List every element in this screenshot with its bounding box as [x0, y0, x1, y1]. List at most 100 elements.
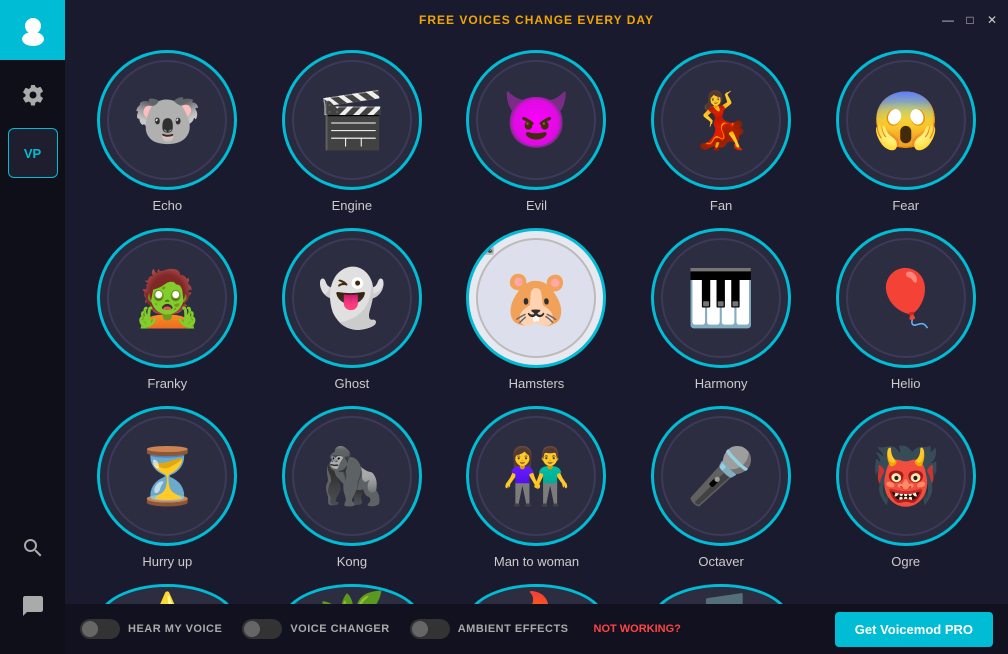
voice-circle-franky[interactable]: 🧟: [97, 228, 237, 368]
close-button[interactable]: ✕: [984, 12, 1000, 28]
voice-item-harmony[interactable]: 🎹 Harmony: [634, 228, 809, 391]
partial2-icon: 🌿: [318, 594, 386, 604]
voice-circle-partial4[interactable]: 🎵: [651, 584, 791, 604]
kong-icon: 🦍: [318, 449, 386, 504]
hurry-up-icon: ⏳: [133, 449, 201, 504]
voice-changer-toggle[interactable]: [242, 619, 282, 639]
voice-circle-inner-octaver: 🎤: [661, 416, 781, 536]
voice-circle-inner-kong: 🦍: [292, 416, 412, 536]
voice-circle-ogre[interactable]: 👹: [836, 406, 976, 546]
not-working-button[interactable]: NOT WORKING?: [594, 623, 681, 635]
voice-item-evil[interactable]: 😈 Evil: [449, 50, 624, 213]
voice-circle-evil[interactable]: 😈: [466, 50, 606, 190]
helio-icon: 🎈: [871, 271, 939, 326]
ogre-label: Ogre: [891, 554, 920, 569]
heart-icon[interactable]: ♥: [586, 239, 596, 257]
voice-circle-kong[interactable]: 🦍: [282, 406, 422, 546]
engine-icon: 🎬: [318, 93, 386, 148]
voice-circle-inner-partial2: 🌿: [292, 584, 412, 604]
voice-circle-hamsters[interactable]: 🐹 🎛️ ♥: [466, 228, 606, 368]
ghost-label: Ghost: [335, 376, 370, 391]
voice-circle-inner-partial1: ⭐: [107, 584, 227, 604]
voice-circle-inner-harmony: 🎹: [661, 238, 781, 358]
voice-grid: 🐨 Echo 🎬 Engine 😈 E: [80, 50, 993, 604]
minimize-button[interactable]: —: [940, 12, 956, 28]
voice-circle-fan[interactable]: 💃: [651, 50, 791, 190]
voice-circle-echo[interactable]: 🐨: [97, 50, 237, 190]
voice-item-partial4[interactable]: 🎵: [634, 584, 809, 604]
main-content: FREE VOICES CHANGE EVERY DAY — □ ✕ 🐨 Ech…: [65, 0, 1008, 654]
voice-grid-container[interactable]: 🐨 Echo 🎬 Engine 😈 E: [65, 40, 1008, 604]
voice-circle-hurry-up[interactable]: ⏳: [97, 406, 237, 546]
engine-label: Engine: [332, 198, 372, 213]
sidebar: VP: [0, 0, 65, 654]
voice-item-engine[interactable]: 🎬 Engine: [265, 50, 440, 213]
octaver-icon: 🎤: [687, 449, 755, 504]
ambient-effects-group: AMBIENT EFFECTS: [410, 619, 569, 639]
voice-item-ogre[interactable]: 👹 Ogre: [818, 406, 993, 569]
evil-icon: 😈: [502, 93, 570, 148]
man-to-woman-icon: 👫: [502, 449, 570, 504]
voice-item-echo[interactable]: 🐨 Echo: [80, 50, 255, 213]
voice-circle-partial3[interactable]: 🔥: [466, 584, 606, 604]
voice-item-franky[interactable]: 🧟 Franky: [80, 228, 255, 391]
harmony-label: Harmony: [695, 376, 748, 391]
voice-circle-inner-franky: 🧟: [107, 238, 227, 358]
voice-circle-inner-partial4: 🎵: [661, 584, 781, 604]
partial3-icon: 🔥: [502, 594, 570, 604]
hear-my-voice-toggle[interactable]: [80, 619, 120, 639]
voice-circle-partial1[interactable]: ⭐: [97, 584, 237, 604]
kong-label: Kong: [337, 554, 367, 569]
voice-circle-inner-partial3: 🔥: [476, 584, 596, 604]
evil-label: Evil: [526, 198, 547, 213]
voice-item-helio[interactable]: 🎈 Helio: [818, 228, 993, 391]
sidebar-item-chat[interactable]: [8, 581, 58, 631]
voice-item-partial3[interactable]: 🔥: [449, 584, 624, 604]
maximize-button[interactable]: □: [962, 12, 978, 28]
ambient-effects-toggle[interactable]: [410, 619, 450, 639]
sidebar-logo[interactable]: [0, 0, 65, 60]
voice-circle-engine[interactable]: 🎬: [282, 50, 422, 190]
sidebar-bottom: [8, 523, 58, 639]
voice-item-ghost[interactable]: 👻 Ghost: [265, 228, 440, 391]
get-pro-button[interactable]: Get Voicemod PRO: [835, 612, 993, 647]
fear-label: Fear: [892, 198, 919, 213]
voice-circle-inner-helio: 🎈: [846, 238, 966, 358]
voice-item-fear[interactable]: 😱 Fear: [818, 50, 993, 213]
voice-item-kong[interactable]: 🦍 Kong: [265, 406, 440, 569]
voice-circle-fear[interactable]: 😱: [836, 50, 976, 190]
voice-circle-inner-evil: 😈: [476, 60, 596, 180]
hear-my-voice-label: HEAR MY VOICE: [128, 623, 222, 635]
hamsters-label: Hamsters: [509, 376, 565, 391]
man-to-woman-label: Man to woman: [494, 554, 579, 569]
voice-item-octaver[interactable]: 🎤 Octaver: [634, 406, 809, 569]
voice-circle-harmony[interactable]: 🎹: [651, 228, 791, 368]
voice-item-hamsters[interactable]: 🐹 🎛️ ♥ Hamsters: [449, 228, 624, 391]
fan-label: Fan: [710, 198, 732, 213]
voice-changer-label: VOICE CHANGER: [290, 623, 389, 635]
voice-circle-man-to-woman[interactable]: 👫: [466, 406, 606, 546]
voice-item-partial1[interactable]: ⭐: [80, 584, 255, 604]
voice-circle-inner-engine: 🎬: [292, 60, 412, 180]
voice-item-fan[interactable]: 💃 Fan: [634, 50, 809, 213]
fan-icon: 💃: [687, 93, 755, 148]
voice-changer-group: VOICE CHANGER: [242, 619, 389, 639]
voice-circle-inner-echo: 🐨: [107, 60, 227, 180]
sidebar-item-settings[interactable]: [8, 70, 58, 120]
voice-item-man-to-woman[interactable]: 👫 Man to woman: [449, 406, 624, 569]
voice-item-hurry-up[interactable]: ⏳ Hurry up: [80, 406, 255, 569]
franky-label: Franky: [147, 376, 187, 391]
harmony-icon: 🎹: [687, 271, 755, 326]
voice-circle-ghost[interactable]: 👻: [282, 228, 422, 368]
partial4-icon: 🎵: [687, 594, 755, 604]
tune-icon[interactable]: 🎛️: [477, 239, 494, 256]
voice-circle-octaver[interactable]: 🎤: [651, 406, 791, 546]
voice-item-partial2[interactable]: 🌿: [265, 584, 440, 604]
voice-circle-inner-fear: 😱: [846, 60, 966, 180]
voice-circle-partial2[interactable]: 🌿: [282, 584, 422, 604]
franky-icon: 🧟: [133, 271, 201, 326]
voice-circle-helio[interactable]: 🎈: [836, 228, 976, 368]
ambient-effects-label: AMBIENT EFFECTS: [458, 623, 569, 635]
sidebar-item-search[interactable]: [8, 523, 58, 573]
sidebar-item-vp[interactable]: VP: [8, 128, 58, 178]
